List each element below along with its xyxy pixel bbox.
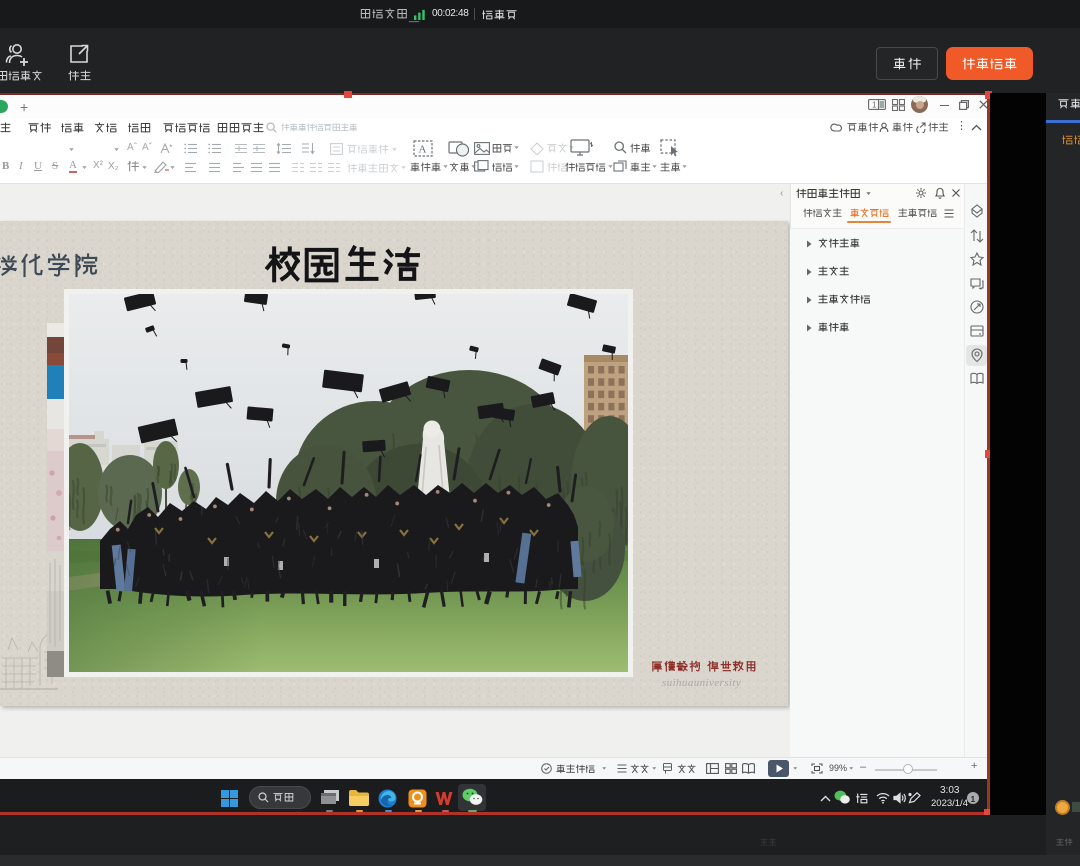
svg-text:A: A bbox=[419, 144, 427, 156]
svg-text:1: 1 bbox=[872, 101, 877, 110]
